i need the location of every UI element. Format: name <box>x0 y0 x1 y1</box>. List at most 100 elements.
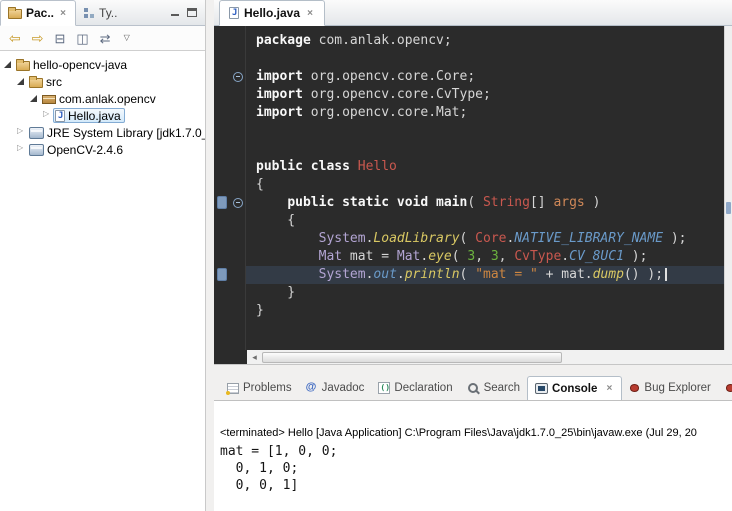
code-line: package com.anlak.opencv; <box>246 32 724 50</box>
tree-item-label: OpenCV-2.4.6 <box>47 143 123 157</box>
tab-package-explorer[interactable]: Pac.. <box>0 0 76 26</box>
console-output-area[interactable]: <terminated> Hello [Java Application] C:… <box>214 401 732 511</box>
bottom-tabbar: Problems Javadoc Declaration Search Console B… <box>214 376 732 401</box>
code-line: public static void main( String[] args ) <box>246 194 724 212</box>
console-lines[interactable]: mat = [1, 0, 0; 0, 1, 0; 0, 0, 1] <box>220 443 732 494</box>
view-window-buttons <box>170 0 205 25</box>
fold-collapse-icon[interactable] <box>233 72 243 82</box>
editor-bottom: ◂ <box>214 350 732 365</box>
focus-active-task-icon[interactable]: ◫ <box>76 32 88 45</box>
tab-label: Problems <box>243 382 292 394</box>
bug-icon <box>726 384 732 392</box>
bug-icon <box>630 384 639 392</box>
tab-bug-explorer[interactable]: Bug Explorer <box>622 376 717 400</box>
code-line: System.LoadLibrary( Core.NATIVE_LIBRARY_… <box>246 230 724 248</box>
expand-arrow-icon[interactable] <box>16 128 26 138</box>
console-line: mat = [1, 0, 0; <box>220 443 732 460</box>
annotation-ruler[interactable] <box>214 26 230 350</box>
tab-declaration[interactable]: Declaration <box>371 376 459 400</box>
editor-area: Hello.java package com.anlak.opencv; impo… <box>214 0 732 365</box>
code-line: Mat mat = Mat.eye( 3, 3, CvType.CV_8UC1 … <box>246 248 724 266</box>
explorer-tabbar: Pac.. Ty.. <box>0 0 205 26</box>
annotation-marker <box>217 268 227 281</box>
collapse-arrow-icon[interactable] <box>16 77 26 87</box>
folding-ruler[interactable] <box>230 26 246 350</box>
tab-search[interactable]: Search <box>460 376 527 400</box>
package-explorer-view: Pac.. Ty.. ⇦ ⇨ ⊟ ◫ ⇄ ▽ hello-opencv-java src co… <box>0 0 206 511</box>
problems-icon <box>227 383 239 394</box>
tab-hello-java[interactable]: Hello.java <box>219 0 325 26</box>
overview-ruler[interactable] <box>724 26 732 350</box>
collapse-all-icon[interactable]: ⊟ <box>54 32 65 45</box>
expand-arrow-icon[interactable] <box>42 111 52 121</box>
tree-item-src[interactable]: src <box>0 73 205 90</box>
src-folder-icon <box>29 78 43 88</box>
tree-item-jre-system-library-jdk1-7-0-25[interactable]: JRE System Library [jdk1.7.0_25] <box>0 124 205 141</box>
editor-tabbar: Hello.java <box>214 0 732 26</box>
library-icon <box>29 127 44 139</box>
close-icon[interactable] <box>604 383 614 394</box>
tree-item-opencv-2-4-6[interactable]: OpenCV-2.4.6 <box>0 141 205 158</box>
tab-javadoc[interactable]: Javadoc <box>299 376 372 400</box>
code-line: { <box>246 176 724 194</box>
tree-item-com-anlak-opencv[interactable]: com.anlak.opencv <box>0 90 205 107</box>
console-line: 0, 0, 1] <box>220 477 732 494</box>
package-tree: hello-opencv-java src com.anlak.opencvHell… <box>0 51 205 158</box>
tab-label: Bug Explorer <box>644 382 710 394</box>
project-icon <box>16 61 30 71</box>
expand-arrow-icon[interactable] <box>16 145 26 155</box>
editor-body: package com.anlak.opencv; import org.open… <box>214 26 732 350</box>
code-line: import org.opencv.core.Mat; <box>246 104 724 122</box>
scroll-left-arrow-icon[interactable]: ◂ <box>247 352 262 363</box>
code-line: import org.opencv.core.Core; <box>246 68 724 86</box>
console-line: 0, 1, 0; <box>220 460 732 477</box>
tab-label: Hello.java <box>244 6 300 20</box>
minimize-button[interactable] <box>170 8 180 17</box>
collapse-arrow-icon[interactable] <box>29 94 39 104</box>
collapse-arrow-icon[interactable] <box>3 60 13 70</box>
tab-console[interactable]: Console <box>527 376 622 401</box>
forward-icon[interactable]: ⇨ <box>32 31 44 45</box>
maximize-button[interactable] <box>187 8 197 17</box>
back-icon[interactable]: ⇦ <box>9 31 21 45</box>
tree-item-hello-opencv-java[interactable]: hello-opencv-java <box>0 56 205 73</box>
code-line: } <box>246 302 724 320</box>
ruler-footer <box>214 350 247 364</box>
scrollbar-thumb[interactable] <box>262 352 562 363</box>
package-explorer-icon <box>8 9 22 19</box>
tab-label: Ty.. <box>99 6 117 20</box>
type-hierarchy-icon <box>83 7 95 19</box>
package-icon <box>42 95 56 104</box>
code-line: System.out.println( "mat = " + mat.dump(… <box>246 266 724 284</box>
java-file-icon <box>55 110 65 122</box>
panel-sash[interactable] <box>207 0 214 511</box>
tab-type-hierarchy[interactable]: Ty.. <box>76 0 124 25</box>
close-icon[interactable] <box>305 8 315 19</box>
horizontal-scrollbar[interactable]: ◂ <box>247 350 732 364</box>
tab-label: Javadoc <box>322 382 365 394</box>
tree-item-hello-java[interactable]: Hello.java <box>0 107 205 124</box>
tree-item-label: JRE System Library [jdk1.7.0_25] <box>47 126 205 140</box>
javadoc-icon <box>306 382 318 395</box>
tab-label: Pac.. <box>26 6 54 20</box>
console-icon <box>535 383 548 394</box>
eclipse-window: Pac.. Ty.. ⇦ ⇨ ⊟ ◫ ⇄ ▽ hello-opencv-java src co… <box>0 0 732 511</box>
tree-item-label: src <box>46 75 62 89</box>
close-icon[interactable] <box>58 8 68 19</box>
code-line <box>246 140 724 158</box>
code-editor[interactable]: package com.anlak.opencv; import org.open… <box>246 26 724 350</box>
java-file-icon <box>229 7 239 19</box>
code-line: } <box>246 284 724 302</box>
tab-problems[interactable]: Problems <box>220 376 299 400</box>
tree-item-label: com.anlak.opencv <box>59 92 156 106</box>
code-line <box>246 122 724 140</box>
declaration-icon <box>378 382 390 394</box>
tree-item-label: hello-opencv-java <box>33 58 127 72</box>
tab-bug[interactable]: Bug <box>718 376 732 400</box>
view-menu-icon[interactable]: ▽ <box>124 34 130 42</box>
fold-collapse-icon[interactable] <box>233 198 243 208</box>
console-view: Problems Javadoc Declaration Search Console B… <box>214 376 732 511</box>
search-icon <box>467 382 480 395</box>
tab-label: Search <box>484 382 520 394</box>
link-with-editor-icon[interactable]: ⇄ <box>100 32 111 45</box>
